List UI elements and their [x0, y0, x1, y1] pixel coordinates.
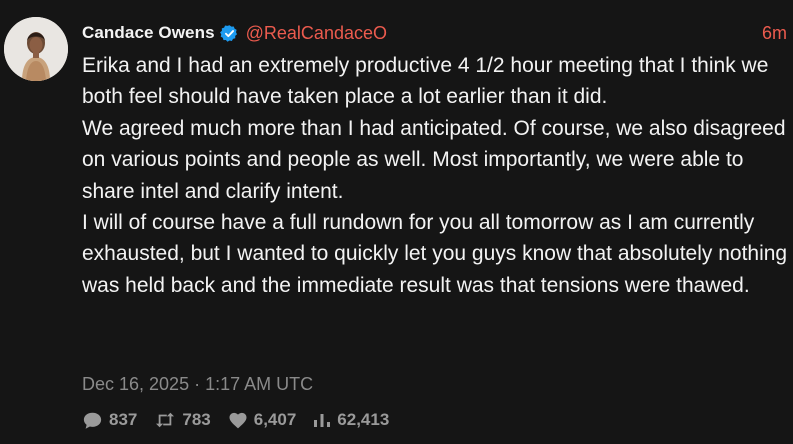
- avatar[interactable]: [4, 17, 68, 81]
- views-icon: [314, 414, 331, 427]
- tweet-paragraph: I will of course have a full rundown for…: [82, 211, 788, 297]
- author-name[interactable]: Candace Owens: [82, 23, 215, 43]
- heart-icon: [229, 412, 247, 429]
- relative-time[interactable]: 6m: [762, 23, 787, 44]
- views-stat[interactable]: 62,413: [313, 410, 389, 430]
- tweet-text: Erika and I had an extremely productive …: [82, 50, 788, 301]
- tweet-stats: 837 783 6,407 62,413: [82, 408, 406, 432]
- verified-badge-icon: [219, 24, 239, 43]
- reply-count: 837: [109, 410, 138, 429]
- comment-icon: [83, 412, 102, 429]
- repost-stat[interactable]: 783: [154, 410, 211, 430]
- repost-count: 783: [182, 410, 211, 429]
- views-count: 62,413: [337, 410, 390, 429]
- like-stat[interactable]: 6,407: [228, 410, 297, 430]
- like-count: 6,407: [253, 410, 297, 429]
- tweet-paragraph: We agreed much more than I had anticipat…: [82, 116, 786, 203]
- author-handle[interactable]: @RealCandaceO: [246, 23, 387, 44]
- avatar-photo: [4, 17, 68, 81]
- tweet-timestamp[interactable]: Dec 16, 2025 · 1:17 AM UTC: [82, 374, 313, 395]
- tweet-paragraph: Erika and I had an extremely productive …: [82, 54, 769, 109]
- tweet-header: Candace Owens @RealCandaceO 6m: [82, 20, 787, 46]
- repost-icon: [156, 412, 175, 428]
- reply-stat[interactable]: 837: [82, 410, 137, 430]
- tweet-card: Candace Owens @RealCandaceO 6m Erika and…: [0, 0, 793, 444]
